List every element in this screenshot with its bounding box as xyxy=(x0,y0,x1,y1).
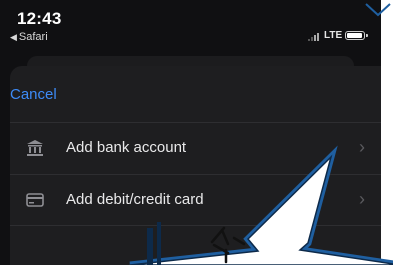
annotation-overlay xyxy=(129,3,393,265)
corner-marker-icon xyxy=(365,3,391,17)
pointer-arrow xyxy=(129,154,393,265)
